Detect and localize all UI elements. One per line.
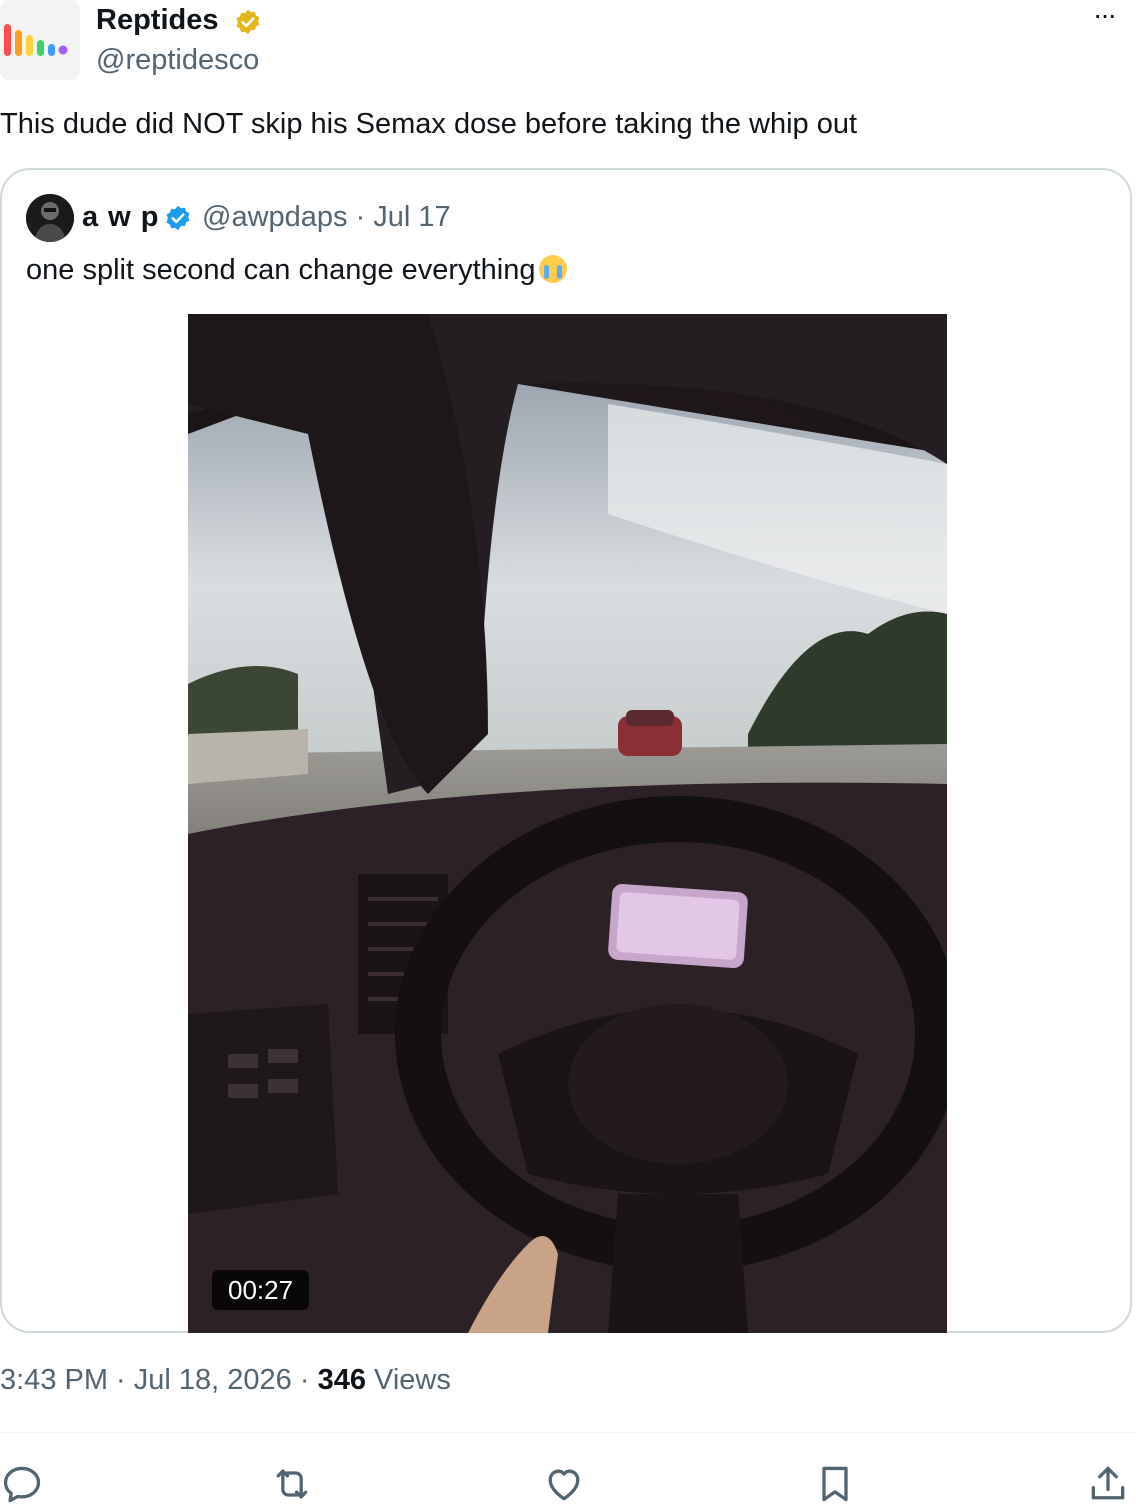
video-player[interactable]: [188, 314, 947, 1333]
reply-button[interactable]: [0, 1462, 48, 1510]
like-icon: [548, 1469, 580, 1501]
tweet-timestamp: 3:43 PM · Jul 18, 2026 · 346 Views: [0, 1360, 451, 1400]
blue-check-icon: [164, 204, 192, 232]
retweet-icon: [276, 1469, 308, 1499]
retweet-button[interactable]: [270, 1462, 318, 1510]
share-button[interactable]: [1086, 1462, 1134, 1510]
video-duration-badge: 00:27: [212, 1270, 310, 1310]
like-button[interactable]: [542, 1462, 590, 1510]
reptides-logo-icon: [4, 24, 68, 56]
quoted-tweet-meta[interactable]: @awpdaps · Jul 17: [202, 198, 451, 236]
views-label: Views: [365, 1364, 451, 1396]
bookmark-icon: [822, 1466, 848, 1502]
author-handle[interactable]: @reptidesco: [96, 42, 259, 78]
quoted-tweet-text-content: one split second can change everything: [26, 254, 536, 286]
timestamp-text[interactable]: 3:43 PM · Jul 18, 2026 ·: [0, 1364, 318, 1396]
divider: [0, 1432, 1136, 1433]
video-frame-image: [188, 314, 947, 1333]
tweet-text: This dude did NOT skip his Semax dose be…: [0, 108, 858, 140]
loudly-crying-face-icon: [539, 255, 568, 283]
quoted-author-display-name[interactable]: a w p: [82, 198, 160, 236]
author-display-name[interactable]: Reptides: [96, 2, 218, 38]
share-icon: [1091, 1466, 1125, 1500]
quoted-tweet-text: one split second can change everything: [26, 250, 568, 290]
bookmark-button[interactable]: [813, 1462, 861, 1510]
views-count: 346: [317, 1364, 366, 1396]
author-avatar[interactable]: [0, 0, 80, 80]
gold-check-icon: [234, 8, 262, 36]
reply-icon: [3, 1466, 41, 1503]
quoted-author-avatar[interactable]: [26, 194, 74, 242]
more-options-button[interactable]: ···: [1088, 0, 1120, 30]
